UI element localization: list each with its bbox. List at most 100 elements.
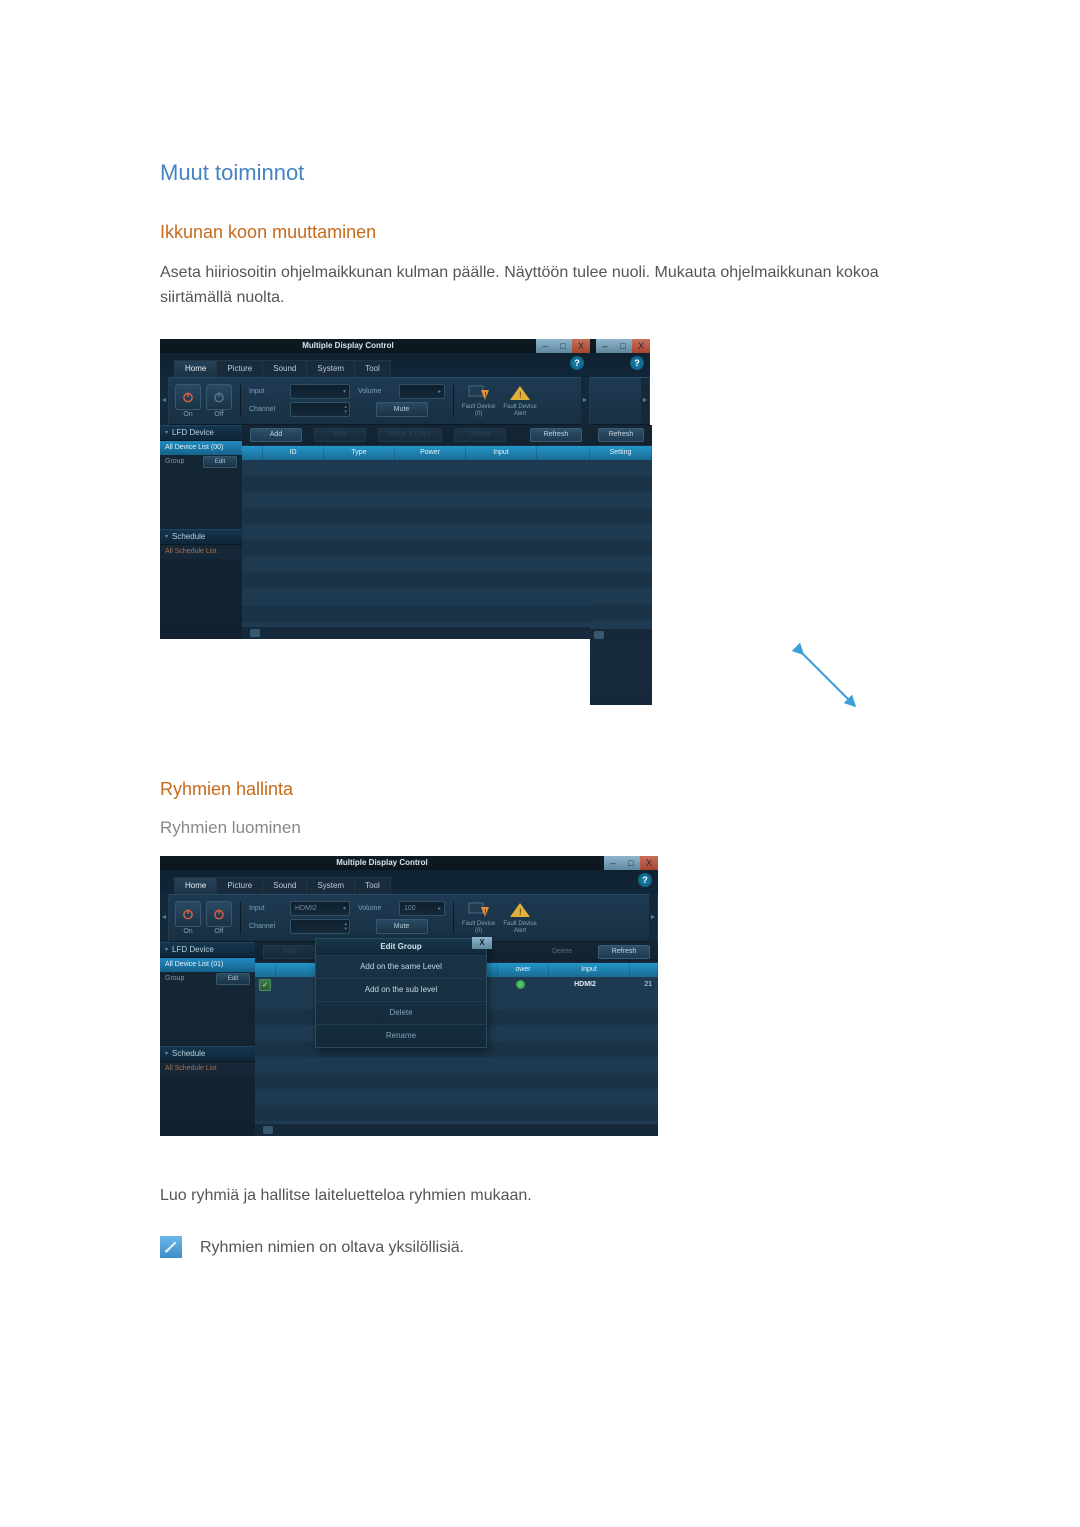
sidebar-all-device-list-2[interactable]: All Device List (01)	[160, 958, 255, 972]
fault-device-icon-2[interactable]: !	[467, 901, 491, 919]
popup-add-same-level[interactable]: Add on the same Level	[316, 955, 486, 978]
popup-rename[interactable]: Rename	[316, 1024, 486, 1047]
tab-picture-2[interactable]: Picture	[216, 877, 263, 894]
window2-maximize-button[interactable]: □	[614, 339, 632, 353]
sidebar-group-row: Group Edit	[160, 455, 242, 469]
heading-group-management: Ryhmien hallinta	[160, 779, 920, 800]
window-title-2: Multiple Display Control	[160, 856, 604, 870]
help-icon-2[interactable]: ?	[630, 356, 644, 370]
power-on-button[interactable]	[175, 384, 201, 410]
tab-system-2[interactable]: System	[306, 877, 355, 894]
mute-button-2[interactable]: Mute	[376, 919, 428, 934]
window2-close-button[interactable]: X	[632, 339, 650, 353]
win3-maximize-button[interactable]: □	[622, 856, 640, 870]
delete-label-overflow: Delete	[552, 948, 572, 955]
power-off-label: Off	[214, 411, 223, 418]
tab-sound[interactable]: Sound	[262, 360, 307, 377]
secondary-window: – □ X ? ► Refresh Setting	[590, 339, 650, 705]
sidebar-all-schedule-2[interactable]: All Schedule List	[160, 1062, 255, 1076]
heading-window-resize: Ikkunan koon muuttaminen	[160, 222, 920, 243]
sidebar-section-schedule[interactable]: ▾Schedule	[160, 529, 242, 545]
refresh-button[interactable]: Refresh	[530, 428, 582, 442]
fault-alert-icon[interactable]: !	[508, 384, 532, 402]
fault-alert-icon-2[interactable]: !	[508, 901, 532, 919]
collapse-right-icon[interactable]: ►	[581, 377, 590, 425]
svg-text:!: !	[519, 390, 522, 400]
channel-label-2: Channel	[249, 923, 287, 930]
collapse-left-icon-2[interactable]: ◄	[160, 894, 169, 942]
refresh-button-2[interactable]: Refresh	[598, 428, 644, 442]
horizontal-scrollbar-3[interactable]	[255, 1123, 658, 1136]
tab-home-2[interactable]: Home	[174, 877, 217, 894]
col-power: Power	[395, 446, 466, 460]
win3-close-button[interactable]: X	[640, 856, 658, 870]
channel-stepper[interactable]: ▴▾	[290, 402, 350, 417]
input-select[interactable]: ▾	[290, 384, 350, 399]
sidebar-section-schedule-2[interactable]: ▾Schedule	[160, 1046, 255, 1062]
move-copy-button[interactable]: Move & Copy	[378, 428, 442, 442]
tab-tool[interactable]: Tool	[354, 360, 391, 377]
horizontal-scrollbar[interactable]	[242, 626, 590, 639]
delete-button[interactable]: Delete	[454, 428, 506, 442]
add-button-2[interactable]: Add	[263, 945, 315, 959]
collapse-right-icon-2[interactable]: ►	[641, 378, 650, 424]
mute-button[interactable]: Mute	[376, 402, 428, 417]
power-off-button[interactable]	[206, 384, 232, 410]
horizontal-scrollbar-2[interactable]	[590, 628, 652, 641]
tab-sound-2[interactable]: Sound	[262, 877, 307, 894]
tab-picture[interactable]: Picture	[216, 360, 263, 377]
screenshot-window-resize: Multiple Display Control – □ X Home Pict…	[160, 339, 920, 753]
window2-minimize-button[interactable]: –	[596, 339, 614, 353]
tab-system[interactable]: System	[306, 360, 355, 377]
window-minimize-button[interactable]: –	[536, 339, 554, 353]
power-off-button-2[interactable]	[206, 901, 232, 927]
collapse-right-icon-3[interactable]: ►	[649, 894, 658, 942]
main-panel: Add Edit Move & Copy Delete Refresh ID T…	[242, 425, 590, 639]
volume-field[interactable]: ▸	[399, 384, 445, 399]
sidebar-group-label: Group	[165, 458, 184, 465]
group-edit-button[interactable]: Edit	[203, 456, 237, 468]
table-body-empty-narrow	[590, 460, 652, 628]
col-setting: Setting	[590, 446, 652, 460]
note-text: Ryhmien nimien on oltava yksilöllisiä.	[200, 1236, 464, 1261]
sidebar-all-device-list[interactable]: All Device List (00)	[160, 441, 242, 455]
popup-close-button[interactable]: X	[472, 937, 492, 949]
win3-minimize-button[interactable]: –	[604, 856, 622, 870]
heading-other-functions: Muut toiminnot	[160, 160, 920, 186]
tab-home[interactable]: Home	[174, 360, 217, 377]
power-on-label: On	[183, 411, 192, 418]
power-status-icon	[516, 980, 525, 989]
help-icon[interactable]: ?	[570, 356, 584, 370]
popup-add-sub-level[interactable]: Add on the sub level	[316, 978, 486, 1001]
popup-delete[interactable]: Delete	[316, 1001, 486, 1024]
row-number: 21	[625, 977, 658, 993]
table-body-empty2	[242, 590, 590, 626]
note-icon	[160, 1236, 182, 1258]
input-select-2[interactable]: HDMI2▾	[290, 901, 350, 916]
sidebar-section-lfd-2[interactable]: ▾LFD Device	[160, 942, 255, 958]
group-edit-button-2[interactable]: Edit	[216, 973, 250, 985]
main-tabbar: Home Picture Sound System Tool ?	[160, 353, 590, 377]
refresh-button-3[interactable]: Refresh	[598, 945, 650, 959]
volume-field-2[interactable]: 100▸	[399, 901, 445, 916]
volume-label-2: Volume	[358, 905, 396, 912]
fault-alert-label: Fault DeviceAlert	[503, 404, 536, 418]
sidebar-all-schedule[interactable]: All Schedule List	[160, 545, 242, 559]
sidebar-section-lfd[interactable]: ▾LFD Device	[160, 425, 242, 441]
fault-device-icon[interactable]: !	[467, 384, 491, 402]
power-on-label-2: On	[183, 928, 192, 935]
window-maximize-button[interactable]: □	[554, 339, 572, 353]
help-icon-3[interactable]: ?	[638, 873, 652, 887]
row-checkbox[interactable]: ✓	[259, 979, 271, 991]
collapse-left-icon[interactable]: ◄	[160, 377, 169, 425]
paragraph-resize: Aseta hiiriosoitin ohjelmaikkunan kulman…	[160, 261, 920, 311]
window-close-button[interactable]: X	[572, 339, 590, 353]
popup-title: Edit Group	[380, 942, 421, 951]
tab-tool-2[interactable]: Tool	[354, 877, 391, 894]
power-on-button-2[interactable]	[175, 901, 201, 927]
channel-stepper-2[interactable]: ▴▾	[290, 919, 350, 934]
fault-device-label-2: Fault Device(0)	[462, 921, 495, 935]
add-button[interactable]: Add	[250, 428, 302, 442]
edit-button[interactable]: Edit	[314, 428, 366, 442]
resize-arrow-icon	[792, 643, 862, 713]
